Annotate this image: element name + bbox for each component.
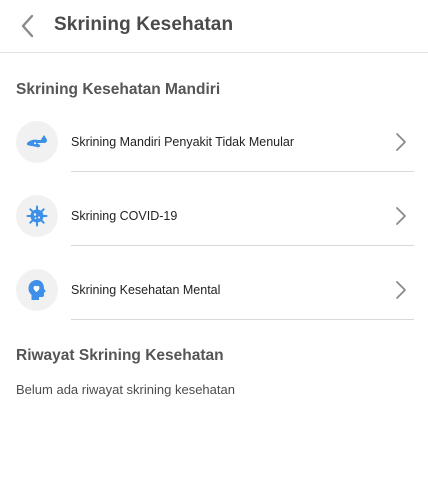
blood-drop-hand-icon [16,121,58,163]
page-title: Skrining Kesehatan [54,14,234,35]
menu-item-covid-screening[interactable]: Skrining COVID-19 [0,195,428,253]
chevron-right-icon [396,207,406,225]
head-heart-icon [16,269,58,311]
section-title-screening: Skrining Kesehatan Mandiri [16,81,221,98]
divider [71,245,414,246]
menu-item-mental-health-screening[interactable]: Skrining Kesehatan Mental [0,269,428,327]
empty-history-text: Belum ada riwayat skrining kesehatan [16,382,235,397]
chevron-right-icon [396,133,406,151]
back-button[interactable] [14,12,40,40]
menu-item-label: Skrining Kesehatan Mental [71,283,221,297]
section-title-history: Riwayat Skrining Kesehatan [16,347,224,364]
chevron-right-icon [396,281,406,299]
virus-icon [16,195,58,237]
chevron-left-icon [21,14,34,38]
menu-item-label: Skrining Mandiri Penyakit Tidak Menular [71,135,295,149]
divider [71,319,414,320]
menu-item-label: Skrining COVID-19 [71,209,178,223]
menu-item-ptm-screening[interactable]: Skrining Mandiri Penyakit Tidak Menular [0,121,428,179]
app-bar: Skrining Kesehatan [0,0,428,53]
divider [71,171,414,172]
